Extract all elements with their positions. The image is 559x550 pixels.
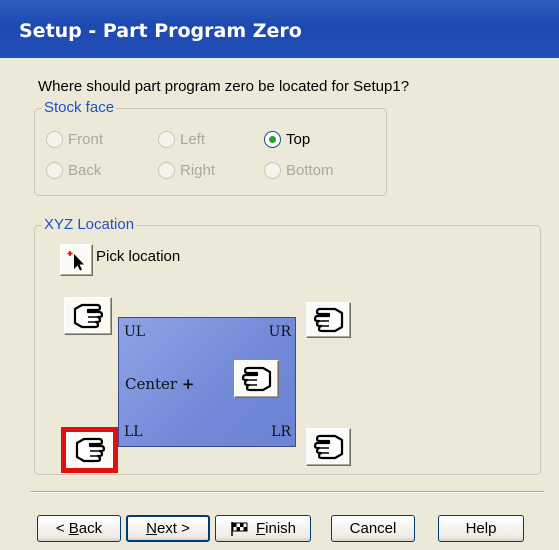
radio-left[interactable]: Left bbox=[158, 131, 205, 148]
finish-button-label: Finish bbox=[256, 520, 296, 537]
next-rest: ext > bbox=[156, 520, 190, 537]
radio-top-dot bbox=[269, 136, 276, 143]
pick-location-button[interactable] bbox=[60, 244, 93, 276]
corner-lr-label: LR bbox=[271, 424, 291, 440]
center-plus-icon: + bbox=[181, 375, 195, 393]
help-button-label: Help bbox=[465, 520, 497, 537]
checkered-flag-icon bbox=[231, 521, 248, 536]
ll-corner-button[interactable] bbox=[61, 427, 118, 473]
next-button-label: Next > bbox=[146, 520, 190, 537]
radio-front-circle bbox=[46, 131, 63, 148]
stock-face-group: Stock face bbox=[34, 99, 387, 196]
dialog-content: Where should part program zero be locate… bbox=[0, 58, 559, 550]
corner-ur-label: UR bbox=[268, 324, 291, 340]
xyz-location-legend: XYZ Location bbox=[42, 216, 137, 233]
radio-right[interactable]: Right bbox=[158, 162, 215, 179]
pick-cursor-icon bbox=[67, 251, 84, 271]
radio-left-circle bbox=[158, 131, 175, 148]
title-bar: Setup - Part Program Zero bbox=[0, 0, 559, 58]
center-label: Center + bbox=[125, 375, 194, 393]
radio-right-circle bbox=[158, 162, 175, 179]
back-prefix: < bbox=[55, 520, 69, 537]
corner-ll-label: LL bbox=[124, 424, 143, 440]
radio-bottom[interactable]: Bottom bbox=[264, 162, 334, 179]
back-button[interactable]: < Back bbox=[37, 515, 121, 542]
lr-corner-button[interactable] bbox=[306, 428, 351, 466]
center-label-text: Center bbox=[125, 375, 178, 393]
radio-right-label: Right bbox=[180, 162, 216, 179]
stock-face-legend: Stock face bbox=[42, 99, 117, 116]
radio-front-label: Front bbox=[68, 131, 104, 148]
next-accel: N bbox=[146, 520, 157, 537]
back-button-label: < Back bbox=[56, 520, 102, 537]
hand-pointer-icon bbox=[313, 307, 343, 333]
back-rest: ack bbox=[78, 520, 103, 537]
ur-corner-button[interactable] bbox=[306, 302, 351, 338]
separator bbox=[30, 491, 544, 493]
radio-top-circle bbox=[264, 131, 281, 148]
hand-pointer-icon bbox=[75, 437, 105, 463]
ul-corner-button[interactable] bbox=[64, 297, 112, 335]
cancel-button-label: Cancel bbox=[349, 520, 397, 537]
radio-back-circle bbox=[46, 162, 63, 179]
radio-bottom-circle bbox=[264, 162, 281, 179]
window-title: Setup - Part Program Zero bbox=[19, 20, 302, 42]
finish-rest: inish bbox=[265, 520, 297, 537]
hand-pointer-icon bbox=[241, 366, 271, 392]
corner-ul-label: UL bbox=[124, 324, 146, 340]
radio-front[interactable]: Front bbox=[46, 131, 103, 148]
radio-back[interactable]: Back bbox=[46, 162, 101, 179]
finish-button[interactable]: Finish bbox=[215, 515, 311, 542]
question-text: Where should part program zero be locate… bbox=[38, 78, 410, 95]
radio-back-label: Back bbox=[68, 162, 102, 179]
pick-location-label: Pick location bbox=[96, 248, 181, 265]
radio-top[interactable]: Top bbox=[264, 131, 310, 148]
next-button[interactable]: Next > bbox=[126, 515, 210, 542]
help-button[interactable]: Help bbox=[438, 515, 524, 542]
hand-pointer-icon bbox=[313, 434, 343, 460]
radio-bottom-label: Bottom bbox=[286, 162, 334, 179]
cancel-button[interactable]: Cancel bbox=[331, 515, 415, 542]
radio-top-label: Top bbox=[286, 131, 311, 148]
hand-pointer-icon bbox=[73, 303, 104, 329]
back-accel: B bbox=[68, 520, 79, 537]
center-button[interactable] bbox=[234, 360, 279, 398]
finish-accel: F bbox=[255, 520, 266, 537]
radio-left-label: Left bbox=[180, 131, 206, 148]
